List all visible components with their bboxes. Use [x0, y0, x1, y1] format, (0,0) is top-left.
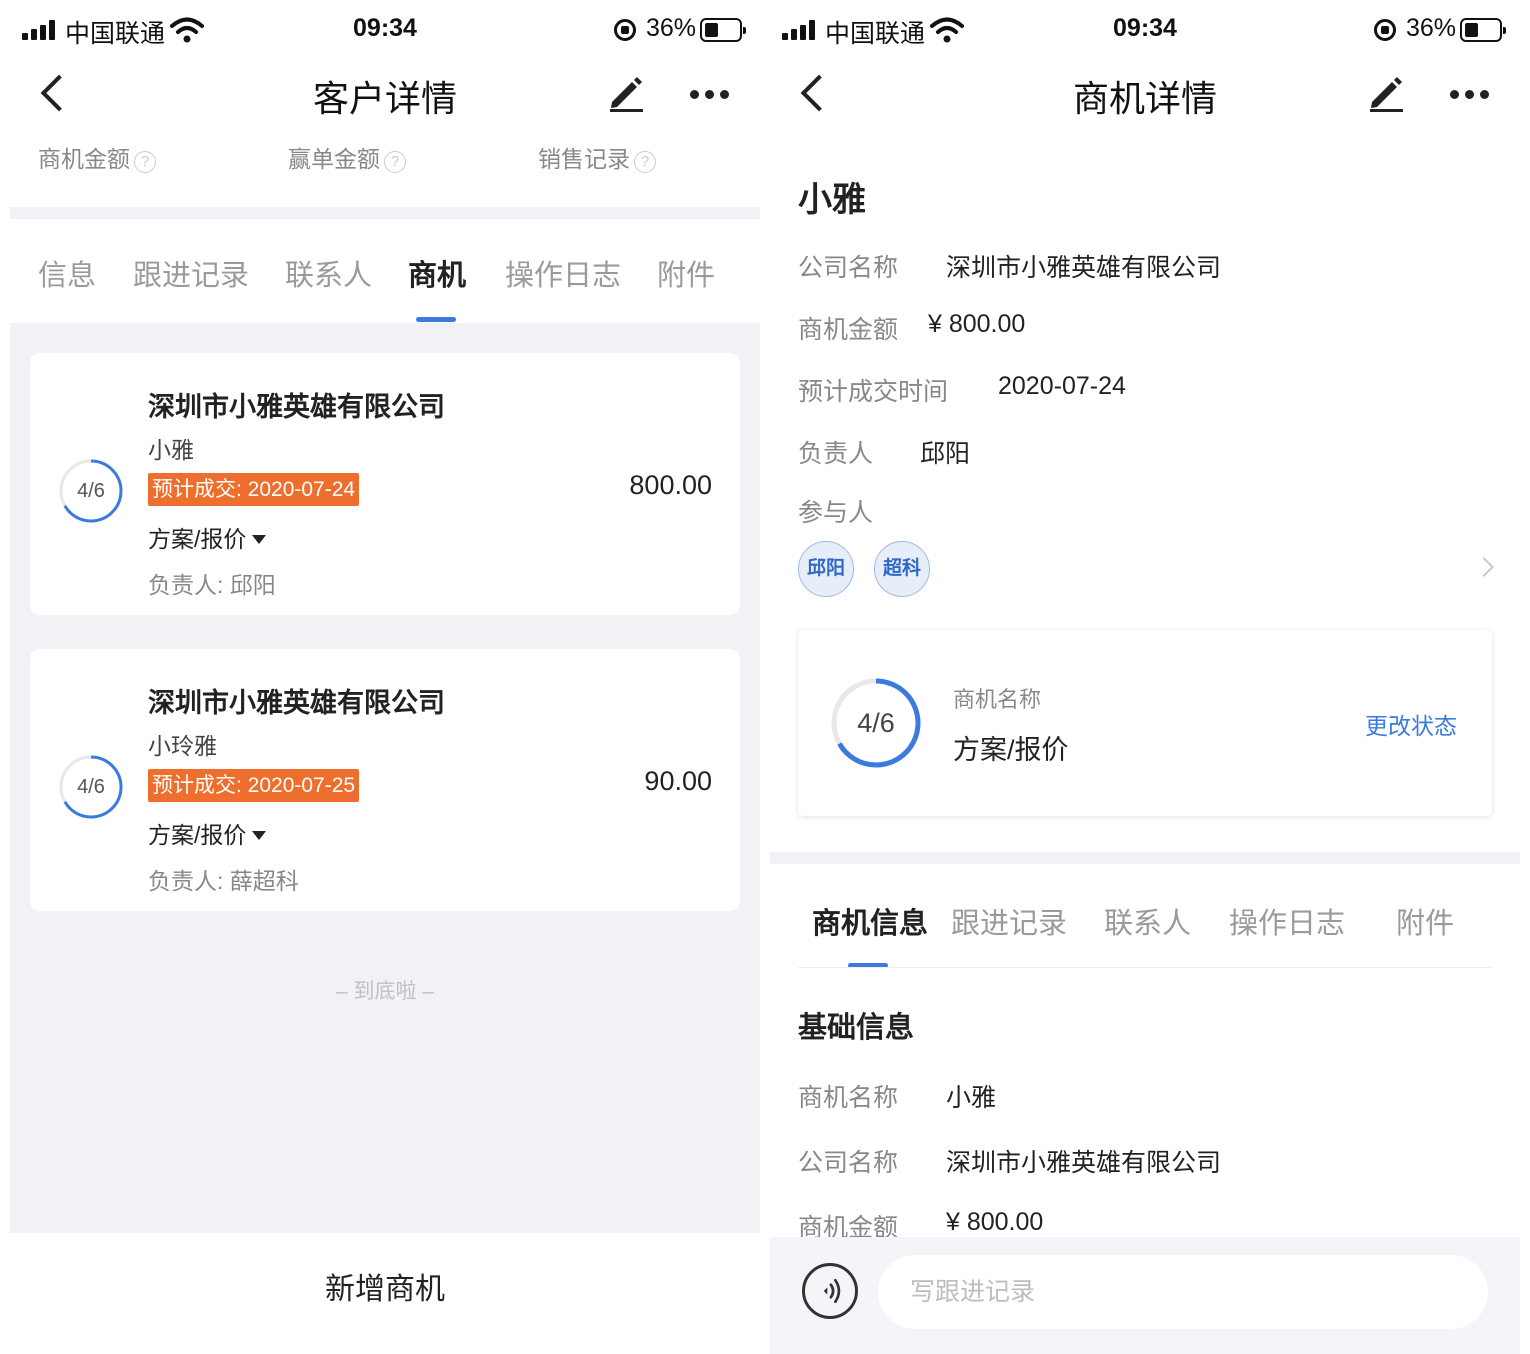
opportunity-detail-screen: 中国联通 09:34 36% 商机详情 小雅 公司名称 深圳市小雅英雄有限公司 … [770, 0, 1520, 1354]
opportunity-card[interactable]: 4/6 深圳市小雅英雄有限公司 小玲雅 预计成交: 2020-07-25 方案/… [30, 649, 740, 911]
stats-row: 商机金额? 赢单金额? 销售记录? [10, 140, 760, 180]
section-divider [10, 207, 760, 219]
tab-underline [798, 967, 1492, 968]
opportunity-list: 4/6 深圳市小雅英雄有限公司 小雅 预计成交: 2020-07-24 方案/报… [10, 323, 760, 1233]
stage-dropdown[interactable]: 方案/报价 [148, 520, 267, 554]
card-owner: 负责人: 薛超科 [148, 868, 299, 894]
orientation-lock-icon [614, 19, 636, 41]
caret-down-icon [252, 535, 267, 544]
battery-percent: 36% [1406, 14, 1457, 42]
status-bar: 中国联通 09:34 36% [770, 0, 1520, 60]
tab-follow-up[interactable]: 跟进记录 [133, 252, 249, 294]
edit-icon[interactable] [606, 72, 646, 112]
section-title: 基础信息 [798, 1012, 915, 1044]
tab-opportunity-info[interactable]: 商机信息 [812, 900, 928, 942]
change-status-button[interactable]: 更改状态 [1365, 707, 1457, 741]
field-expected-date: 预计成交时间 2020-07-24 [798, 372, 1126, 406]
opportunity-card[interactable]: 4/6 深圳市小雅英雄有限公司 小雅 预计成交: 2020-07-24 方案/报… [30, 353, 740, 615]
card-company: 深圳市小雅英雄有限公司 [148, 392, 445, 422]
tab-info[interactable]: 信息 [38, 252, 96, 294]
basic-field-name: 商机名称 小雅 [798, 1084, 997, 1112]
nav-bar: 商机详情 [770, 60, 1520, 130]
card-company: 深圳市小雅英雄有限公司 [148, 688, 445, 718]
card-owner: 负责人: 邱阳 [148, 572, 276, 598]
field-amount: 商机金额 ¥ 800.00 [798, 310, 1026, 344]
orientation-lock-icon [1374, 19, 1396, 41]
nav-bar: 客户详情 [10, 60, 760, 130]
chevron-right-icon[interactable] [1474, 557, 1494, 577]
participants-label: 参与人 [798, 499, 874, 527]
basic-field-company: 公司名称 深圳市小雅英雄有限公司 [798, 1149, 1222, 1177]
stat-won-amount: 赢单金额? [288, 140, 406, 174]
tab-attachments[interactable]: 附件 [1396, 900, 1454, 942]
stage-label: 商机名称 [953, 687, 1042, 712]
tab-contacts[interactable]: 联系人 [285, 252, 372, 294]
field-company: 公司名称 深圳市小雅英雄有限公司 [798, 254, 1222, 282]
expected-date-badge: 预计成交: 2020-07-24 [148, 473, 360, 506]
help-icon[interactable]: ? [384, 151, 406, 173]
progress-label: 4/6 [77, 776, 105, 798]
stage-card: 4/6 商机名称 方案/报价 更改状态 [798, 630, 1492, 816]
section-divider [770, 852, 1520, 864]
field-owner: 负责人 邱阳 [798, 440, 971, 468]
tab-follow-up[interactable]: 跟进记录 [951, 900, 1067, 942]
tab-opportunities[interactable]: 商机 [408, 252, 466, 294]
caret-down-icon [252, 831, 267, 840]
customer-detail-screen: 中国联通 09:34 36% 客户详情 商机金额? 赢单金额? 销售记录? 信息… [10, 0, 760, 1354]
stage-dropdown[interactable]: 方案/报价 [148, 816, 267, 850]
status-bar: 中国联通 09:34 36% [10, 0, 760, 60]
participant-avatar[interactable]: 邱阳 [798, 541, 854, 597]
page-title: 商机详情 [1072, 78, 1217, 119]
tab-attachments[interactable]: 附件 [657, 252, 715, 294]
card-contact: 小玲雅 [148, 733, 217, 759]
voice-icon[interactable] [802, 1263, 858, 1319]
battery-percent: 36% [646, 14, 697, 42]
battery-icon [700, 18, 746, 42]
stat-opportunity-amount: 商机金额? [38, 140, 156, 174]
more-icon[interactable] [1450, 90, 1490, 100]
help-icon[interactable]: ? [134, 151, 156, 173]
more-icon[interactable] [690, 90, 730, 100]
list-end-hint: – 到底啦 – [335, 980, 435, 1003]
help-icon[interactable]: ? [634, 151, 656, 173]
battery-icon [1460, 18, 1506, 42]
expected-date-badge: 预计成交: 2020-07-25 [148, 769, 360, 802]
progress-label: 4/6 [857, 708, 895, 738]
participant-avatar[interactable]: 超科 [874, 541, 930, 597]
progress-label: 4/6 [77, 480, 105, 502]
stat-sales-records: 销售记录? [538, 140, 656, 174]
bottom-input-bar [770, 1237, 1520, 1354]
card-amount: 800.00 [629, 470, 712, 500]
add-opportunity-button[interactable]: 新增商机 [10, 1235, 760, 1354]
follow-up-input[interactable] [878, 1255, 1488, 1329]
tab-indicator [416, 317, 456, 322]
tab-bar: 商机信息 跟进记录 联系人 操作日志 附件 [770, 870, 1520, 970]
card-amount: 90.00 [644, 766, 712, 796]
opportunity-name: 小雅 [798, 181, 866, 219]
tab-operation-log[interactable]: 操作日志 [505, 252, 621, 294]
tab-contacts[interactable]: 联系人 [1104, 900, 1191, 942]
card-contact: 小雅 [148, 437, 194, 463]
edit-icon[interactable] [1366, 72, 1406, 112]
tab-bar: 信息 跟进记录 联系人 商机 操作日志 附件 [10, 222, 760, 322]
page-title: 客户详情 [312, 78, 457, 119]
stage-value: 方案/报价 [953, 735, 1069, 765]
tab-operation-log[interactable]: 操作日志 [1229, 900, 1345, 942]
